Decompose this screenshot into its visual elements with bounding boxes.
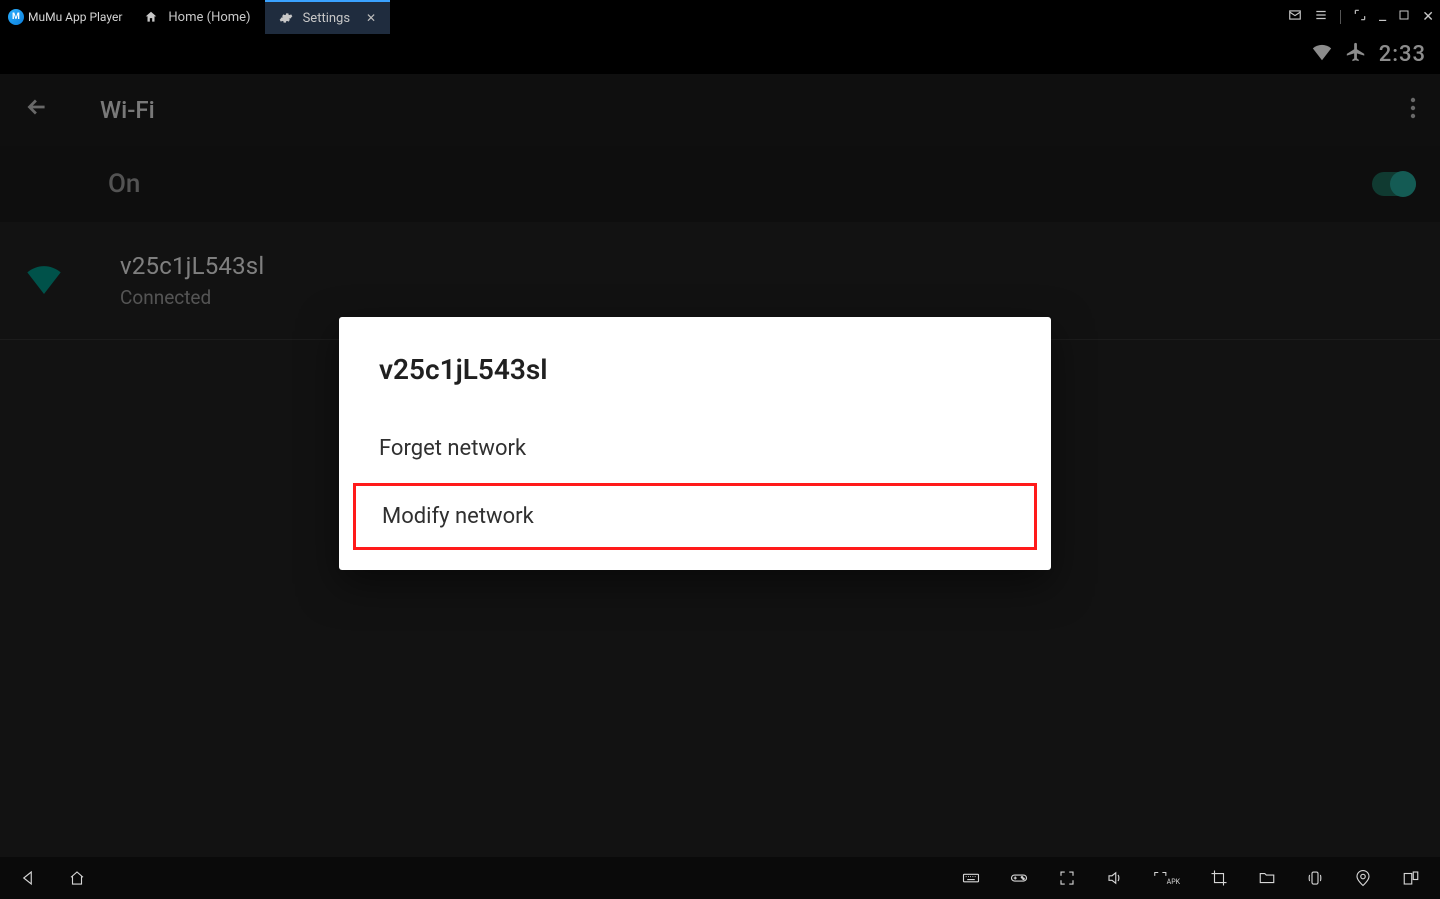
- gear-icon: [279, 11, 293, 25]
- app-name-label: MuMu App Player: [28, 10, 122, 24]
- dialog-title: v25c1jL543sl: [339, 347, 1051, 414]
- volume-icon[interactable]: [1104, 867, 1126, 889]
- tab-home[interactable]: Home (Home): [130, 0, 264, 34]
- tab-close-icon[interactable]: ✕: [366, 11, 376, 25]
- network-options-dialog: v25c1jL543sl Forget network Modify netwo…: [339, 317, 1051, 570]
- apk-install-icon[interactable]: APK: [1152, 867, 1182, 889]
- close-icon[interactable]: ✕: [1422, 9, 1434, 25]
- android-screen: 2:33 Wi-Fi On v25c1jL543sl Connected v25…: [0, 34, 1440, 857]
- gamepad-icon[interactable]: [1008, 867, 1030, 889]
- maximize-icon[interactable]: [1398, 9, 1410, 25]
- apk-label: APK: [1167, 878, 1180, 886]
- titlebar-divider: [1340, 10, 1341, 24]
- forget-network-option[interactable]: Forget network: [339, 414, 1051, 483]
- window-titlebar: M MuMu App Player Home (Home) Settings ✕…: [0, 0, 1440, 34]
- nav-back-icon[interactable]: [18, 867, 40, 889]
- mail-icon[interactable]: [1288, 8, 1302, 26]
- minimize-icon[interactable]: _: [1379, 5, 1386, 24]
- app-logo: M MuMu App Player: [0, 0, 130, 34]
- tab-settings[interactable]: Settings ✕: [265, 0, 391, 34]
- shake-icon[interactable]: [1304, 867, 1326, 889]
- keyboard-icon[interactable]: [960, 867, 982, 889]
- modify-network-option[interactable]: Modify network: [353, 483, 1037, 550]
- tab-home-label: Home (Home): [168, 10, 250, 25]
- tab-settings-label: Settings: [303, 11, 350, 26]
- window-controls: _ ✕: [1288, 0, 1434, 34]
- expand-icon[interactable]: [1353, 8, 1367, 26]
- multi-instance-icon[interactable]: [1400, 867, 1422, 889]
- mumu-logo-icon: M: [8, 9, 24, 25]
- location-icon[interactable]: [1352, 867, 1374, 889]
- home-icon: [144, 10, 158, 24]
- fullscreen-icon[interactable]: [1056, 867, 1078, 889]
- emulator-toolbar: APK: [0, 857, 1440, 899]
- crop-icon[interactable]: [1208, 867, 1230, 889]
- menu-lines-icon[interactable]: [1314, 8, 1328, 26]
- nav-home-icon[interactable]: [66, 867, 88, 889]
- folder-icon[interactable]: [1256, 867, 1278, 889]
